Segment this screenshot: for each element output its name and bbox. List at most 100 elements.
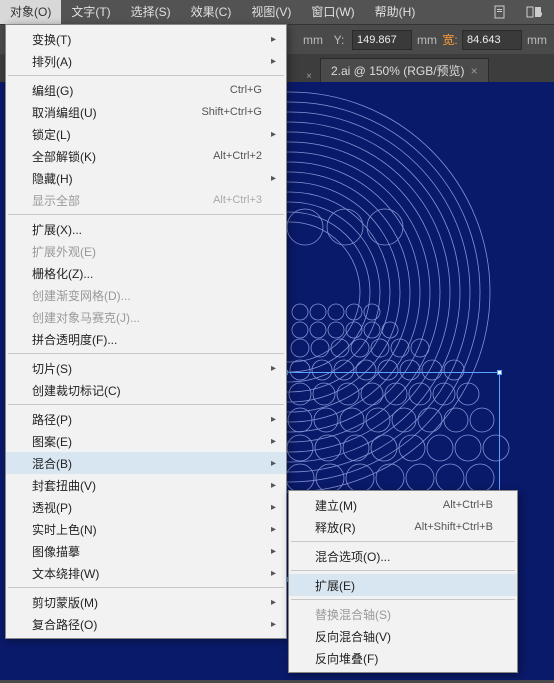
- blend-submenu-item: 替换混合轴(S): [289, 603, 517, 625]
- menu-shortcut: Alt+Ctrl+3: [213, 194, 262, 206]
- menu-item-label: 显示全部: [32, 192, 80, 209]
- menu-separator: [8, 75, 284, 76]
- object-menu-item[interactable]: 透视(P): [6, 496, 286, 518]
- menu-item-label: 隐藏(H): [32, 170, 73, 187]
- object-menu-item[interactable]: 栅格化(Z)...: [6, 262, 286, 284]
- blend-submenu-item[interactable]: 建立(M) Alt+Ctrl+B: [289, 494, 517, 516]
- menu-item-label: 扩展外观(E): [32, 243, 96, 260]
- menu-type[interactable]: 文字(T): [61, 0, 120, 24]
- menu-item-label: 扩展(E): [315, 577, 355, 594]
- arrange-icon[interactable]: [526, 4, 542, 20]
- menu-object[interactable]: 对象(O): [0, 0, 61, 24]
- selection-handle[interactable]: [497, 370, 502, 375]
- menu-select[interactable]: 选择(S): [121, 0, 181, 24]
- object-menu-item[interactable]: 图像描摹: [6, 540, 286, 562]
- menu-separator: [8, 404, 284, 405]
- object-menu-item[interactable]: 混合(B): [6, 452, 286, 474]
- menu-item-label: 编组(G): [32, 82, 73, 99]
- menu-shortcut: Ctrl+G: [230, 84, 262, 96]
- object-menu-item[interactable]: 实时上色(N): [6, 518, 286, 540]
- menu-item-label: 扩展(X)...: [32, 221, 82, 238]
- tab-close-icon[interactable]: ×: [471, 64, 478, 78]
- object-menu-item[interactable]: 隐藏(H): [6, 167, 286, 189]
- blend-submenu-item[interactable]: 反向堆叠(F): [289, 647, 517, 669]
- menu-item-label: 图像描摹: [32, 543, 80, 560]
- y-unit: mm: [416, 33, 438, 47]
- object-menu-item: 创建渐变网格(D)...: [6, 284, 286, 306]
- menu-item-label: 全部解锁(K): [32, 148, 96, 165]
- blend-submenu-item[interactable]: 扩展(E): [289, 574, 517, 596]
- object-menu-item[interactable]: 切片(S): [6, 357, 286, 379]
- menu-shortcut: Alt+Ctrl+B: [443, 499, 493, 511]
- object-menu-item[interactable]: 排列(A): [6, 50, 286, 72]
- object-menu-item[interactable]: 图案(E): [6, 430, 286, 452]
- menu-item-label: 反向混合轴(V): [315, 628, 391, 645]
- menu-item-label: 混合选项(O)...: [315, 548, 390, 565]
- tab-label: 2.ai @ 150% (RGB/预览): [331, 62, 465, 79]
- object-menu-item[interactable]: 文本绕排(W): [6, 562, 286, 584]
- w-unit: mm: [526, 33, 548, 47]
- blend-submenu-item[interactable]: 反向混合轴(V): [289, 625, 517, 647]
- menu-item-label: 栅格化(Z)...: [32, 265, 93, 282]
- menu-shortcut: Alt+Ctrl+2: [213, 150, 262, 162]
- menu-item-label: 复合路径(O): [32, 616, 97, 633]
- object-menu-item[interactable]: 全部解锁(K) Alt+Ctrl+2: [6, 145, 286, 167]
- blend-submenu-item[interactable]: 释放(R)Alt+Shift+Ctrl+B: [289, 516, 517, 538]
- w-field[interactable]: [462, 30, 522, 50]
- menu-window[interactable]: 窗口(W): [301, 0, 364, 24]
- menu-item-label: 图案(E): [32, 433, 72, 450]
- menu-separator: [8, 353, 284, 354]
- menu-item-label: 变换(T): [32, 31, 71, 48]
- object-menu-item[interactable]: 复合路径(O): [6, 613, 286, 635]
- menu-item-label: 释放(R): [315, 519, 356, 536]
- y-label: Y:: [330, 33, 348, 47]
- menu-item-label: 实时上色(N): [32, 521, 97, 538]
- menu-item-label: 剪切蒙版(M): [32, 594, 98, 611]
- object-menu-item[interactable]: 扩展(X)...: [6, 218, 286, 240]
- blend-submenu: 建立(M) Alt+Ctrl+B 释放(R)Alt+Shift+Ctrl+B 混合选项…: [288, 490, 518, 673]
- object-menu-item: 显示全部 Alt+Ctrl+3: [6, 189, 286, 211]
- object-menu-item[interactable]: 拼合透明度(F)...: [6, 328, 286, 350]
- object-menu-item[interactable]: 创建裁切标记(C): [6, 379, 286, 401]
- menu-effect[interactable]: 效果(C): [181, 0, 242, 24]
- menu-item-label: 替换混合轴(S): [315, 606, 391, 623]
- menu-item-label: 排列(A): [32, 53, 72, 70]
- menu-item-label: 混合(B): [32, 455, 72, 472]
- document-tab[interactable]: 2.ai @ 150% (RGB/预览) ×: [320, 58, 489, 82]
- object-menu-item: 扩展外观(E): [6, 240, 286, 262]
- menu-item-label: 透视(P): [32, 499, 72, 516]
- menu-item-label: 创建渐变网格(D)...: [32, 287, 131, 304]
- menu-item-label: 切片(S): [32, 360, 72, 377]
- menu-help[interactable]: 帮助(H): [365, 0, 426, 24]
- menu-separator: [291, 599, 515, 600]
- doc-icon[interactable]: [492, 4, 508, 20]
- object-menu-dropdown: 变换(T) 排列(A) 编组(G) Ctrl+G 取消编组(U)Shift+Ctrl+G…: [5, 24, 287, 639]
- object-menu-item[interactable]: 封套扭曲(V): [6, 474, 286, 496]
- y-field[interactable]: [352, 30, 412, 50]
- menu-item-label: 创建对象马赛克(J)...: [32, 309, 140, 326]
- w-label: 宽:: [442, 31, 458, 48]
- menu-view[interactable]: 视图(V): [241, 0, 301, 24]
- x-unit: mm: [300, 33, 326, 47]
- object-menu-item[interactable]: 变换(T): [6, 28, 286, 50]
- menu-item-label: 封套扭曲(V): [32, 477, 96, 494]
- menu-separator: [8, 587, 284, 588]
- object-menu-item[interactable]: 路径(P): [6, 408, 286, 430]
- menu-item-label: 创建裁切标记(C): [32, 382, 121, 399]
- tab-prev-close[interactable]: ×: [300, 71, 320, 82]
- menu-shortcut: Shift+Ctrl+G: [201, 106, 262, 118]
- menu-separator: [291, 570, 515, 571]
- object-menu-item[interactable]: 编组(G) Ctrl+G: [6, 79, 286, 101]
- object-menu-item[interactable]: 取消编组(U)Shift+Ctrl+G: [6, 101, 286, 123]
- object-menu-item[interactable]: 剪切蒙版(M): [6, 591, 286, 613]
- object-menu-item: 创建对象马赛克(J)...: [6, 306, 286, 328]
- menu-separator: [8, 214, 284, 215]
- menu-item-label: 反向堆叠(F): [315, 650, 378, 667]
- menu-item-label: 文本绕排(W): [32, 565, 99, 582]
- menu-item-label: 路径(P): [32, 411, 72, 428]
- menu-item-label: 建立(M): [315, 497, 357, 514]
- blend-submenu-item[interactable]: 混合选项(O)...: [289, 545, 517, 567]
- object-menu-item[interactable]: 锁定(L): [6, 123, 286, 145]
- menu-separator: [291, 541, 515, 542]
- menu-item-label: 拼合透明度(F)...: [32, 331, 117, 348]
